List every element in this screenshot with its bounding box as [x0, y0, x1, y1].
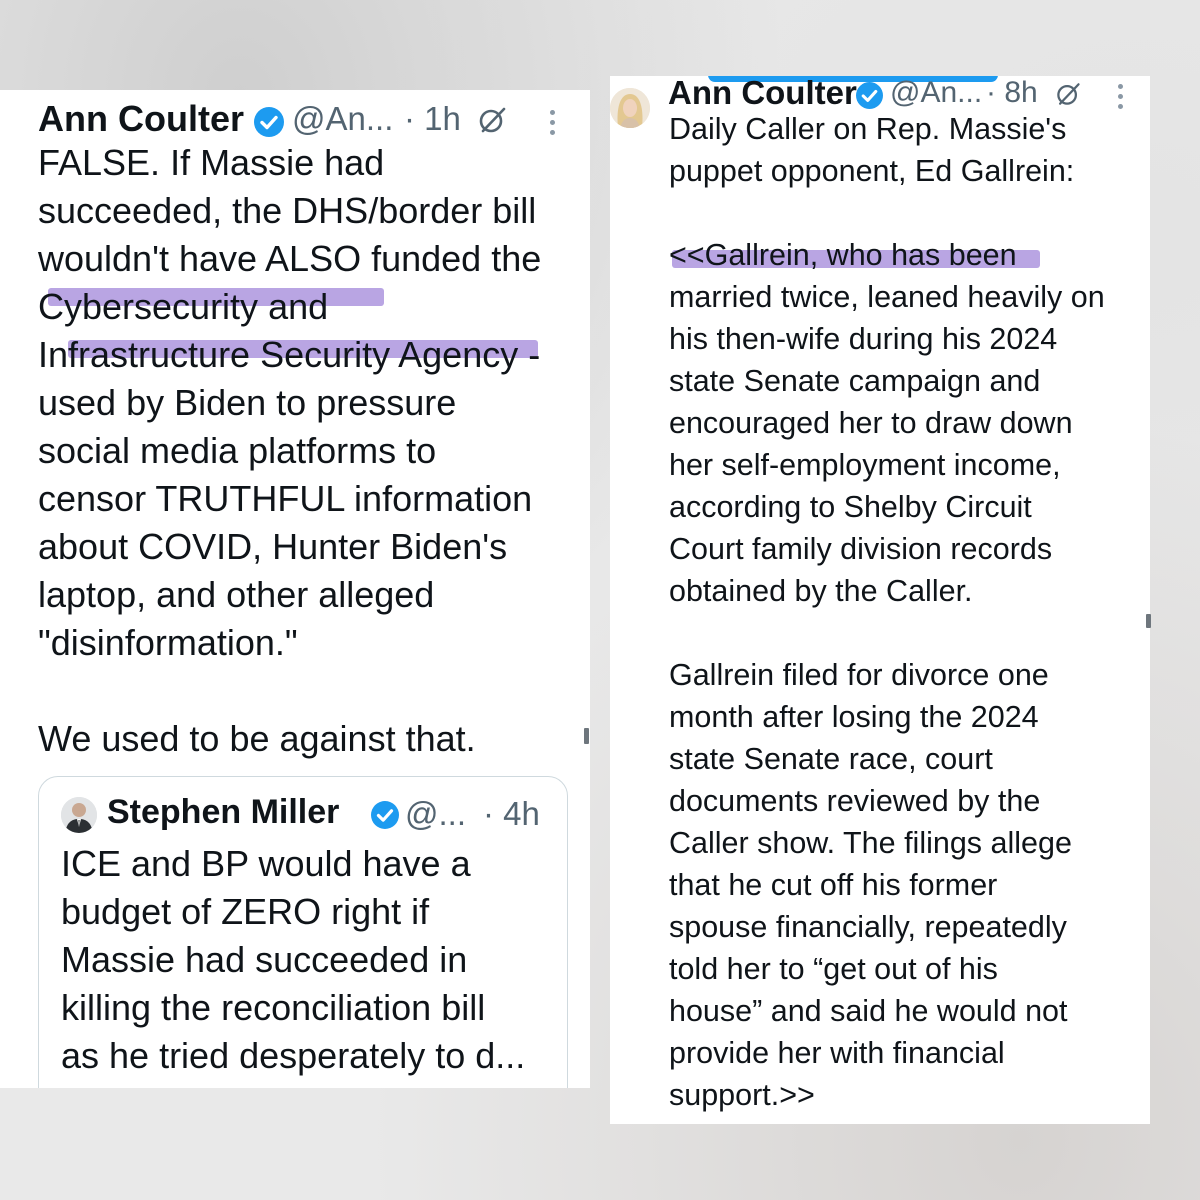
- right-post-card[interactable]: Ann Coulter @An... · 8h Daily Caller on …: [610, 76, 1150, 1124]
- post-author-handle[interactable]: @An...: [292, 100, 393, 138]
- quoted-author-handle[interactable]: @...: [405, 795, 466, 833]
- more-options-icon[interactable]: [1118, 84, 1124, 114]
- quoted-author-name[interactable]: Stephen Miller: [107, 793, 339, 832]
- avatar[interactable]: [610, 88, 650, 128]
- post-text-line: Daily Caller on Rep. Massie's: [669, 112, 1067, 146]
- post-text-line: succeeded, the DHS/border bill: [38, 190, 537, 231]
- post-text-line: Court family division records: [669, 532, 1053, 566]
- avatar[interactable]: [61, 797, 97, 833]
- post-text-line: married twice, leaned heavily on: [669, 280, 1105, 314]
- post-text-line: month after losing the 2024: [669, 700, 1039, 734]
- more-options-icon[interactable]: [550, 110, 556, 140]
- post-text-line: that he cut off his former: [669, 868, 998, 902]
- verified-badge-icon: [371, 801, 399, 829]
- quoted-text-line: ICE and BP would have a: [61, 843, 471, 884]
- post-text-line: <<Gallrein, who has been: [669, 238, 1017, 272]
- post-text-line: We used to be against that.: [38, 718, 476, 759]
- post-text-line: Cybersecurity and: [38, 286, 329, 327]
- post-author-name[interactable]: Ann Coulter: [38, 98, 244, 140]
- post-text-line: state Senate race, court: [669, 742, 993, 776]
- post-text-line: provide her with financial: [669, 1036, 1005, 1070]
- post-text-line: house” and said he would not: [669, 994, 1068, 1028]
- quoted-text-line: Massie had succeeded in: [61, 939, 468, 980]
- post-text-line: spouse financially, repeatedly: [669, 910, 1067, 944]
- post-text-line: social media platforms to: [38, 430, 437, 471]
- quoted-text-line: as he tried desperately to d...: [61, 1035, 526, 1076]
- post-text-line: Gallrein filed for divorce one: [669, 658, 1049, 692]
- post-author-name[interactable]: Ann Coulter: [668, 76, 857, 112]
- post-text-line: his then-wife during his 2024: [669, 322, 1058, 356]
- post-text-line: used by Biden to pressure: [38, 382, 457, 423]
- post-text-line: wouldn't have ALSO funded the: [38, 238, 542, 279]
- post-text-line: state Senate campaign and: [669, 364, 1041, 398]
- verified-badge-icon: [254, 107, 284, 137]
- post-text-line: Caller show. The filings allege: [669, 826, 1072, 860]
- quoted-timestamp[interactable]: · 4h: [483, 795, 540, 833]
- grok-icon[interactable]: [1054, 80, 1082, 108]
- post-text-line: "disinformation.": [38, 622, 298, 663]
- left-post-card[interactable]: Ann Coulter @An... · 1h FALSE. If Massie…: [0, 90, 590, 1088]
- quoted-text-line: killing the reconciliation bill: [61, 987, 486, 1028]
- post-text-line: documents reviewed by the: [669, 784, 1041, 818]
- post-text-line: encouraged her to draw down: [669, 406, 1073, 440]
- grok-icon[interactable]: [476, 104, 508, 136]
- verified-badge-icon: [856, 82, 883, 109]
- post-text-line: according to Shelby Circuit: [669, 490, 1032, 524]
- post-text-line: laptop, and other alleged: [38, 574, 435, 615]
- quoted-post[interactable]: Stephen Miller @... · 4h ICE and BP woul…: [38, 776, 568, 1088]
- post-text-line: about COVID, Hunter Biden's: [38, 526, 508, 567]
- post-text-line: told her to “get out of his: [669, 952, 998, 986]
- quoted-text-line: budget of ZERO right if: [61, 891, 430, 932]
- post-text-line: censor TRUTHFUL information: [38, 478, 533, 519]
- post-text-line: Infrastructure Security Agency -: [38, 334, 541, 375]
- post-text-line: obtained by the Caller.: [669, 574, 973, 608]
- post-timestamp[interactable]: · 8h: [986, 76, 1038, 110]
- post-text-line: FALSE. If Massie had: [38, 142, 385, 183]
- post-timestamp[interactable]: · 1h: [404, 100, 461, 138]
- scrollbar[interactable]: [584, 728, 589, 744]
- post-text-line: her self-employment income,: [669, 448, 1061, 482]
- post-author-handle[interactable]: @An...: [890, 76, 982, 110]
- post-text-line: support.>>: [669, 1078, 815, 1112]
- post-text-line: puppet opponent, Ed Gallrein:: [669, 154, 1075, 188]
- scrollbar[interactable]: [1146, 614, 1151, 628]
